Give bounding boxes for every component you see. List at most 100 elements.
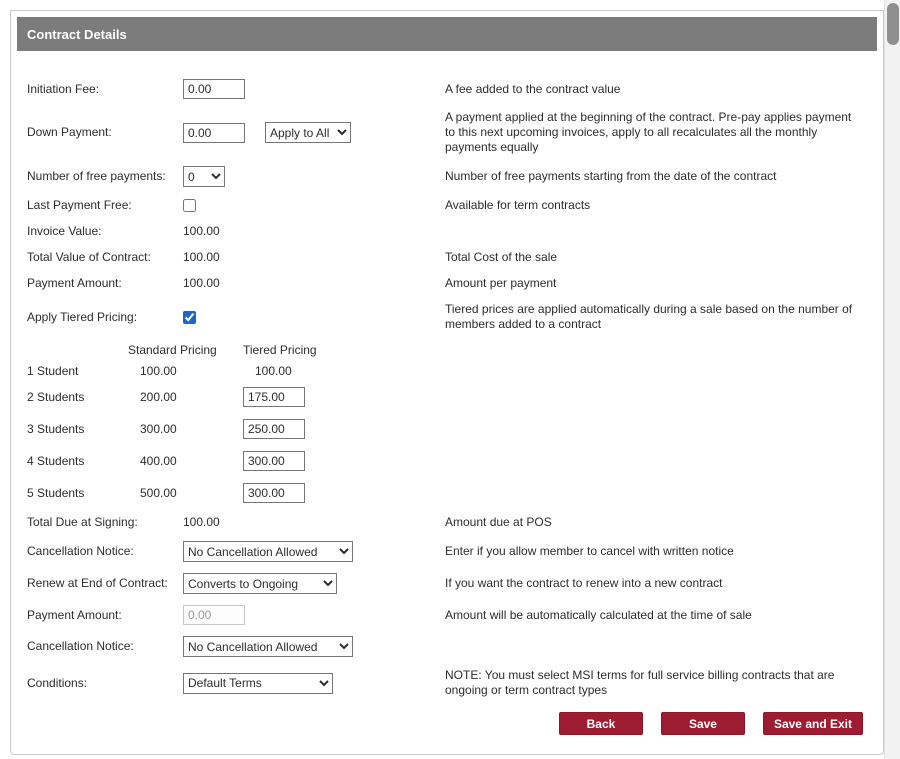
pricing-row-label: 3 Students <box>27 422 128 436</box>
initiation-fee-help: A fee added to the contract value <box>445 82 863 97</box>
renew-select[interactable]: Converts to Ongoing <box>183 573 337 594</box>
cancellation-notice-2-select[interactable]: No Cancellation Allowed <box>183 636 353 657</box>
save-button[interactable]: Save <box>661 712 745 735</box>
tiered-pricing-column-header: Tiered Pricing <box>243 343 863 357</box>
invoice-value-label: Invoice Value: <box>27 224 183 239</box>
pricing-row-5-students: 5 Students 500.00 <box>27 483 863 503</box>
field-row-cancellation-notice-2: Cancellation Notice: No Cancellation All… <box>27 636 863 657</box>
tiered-pricing-table: Standard Pricing Tiered Pricing 1 Studen… <box>27 343 863 503</box>
field-row-total-value: Total Value of Contract: 100.00 Total Co… <box>27 250 863 265</box>
down-payment-input[interactable] <box>183 123 245 143</box>
cancellation-notice-1-label: Cancellation Notice: <box>27 544 183 559</box>
tiered-price-cell <box>243 451 863 471</box>
total-value-help: Total Cost of the sale <box>445 250 863 265</box>
field-row-payment-amount: Payment Amount: 100.00 Amount per paymen… <box>27 276 863 291</box>
standard-price-value: 300.00 <box>128 422 243 436</box>
total-value-text: 100.00 <box>183 250 220 265</box>
invoice-value-text: 100.00 <box>183 224 220 239</box>
invoice-value-control: 100.00 <box>183 224 445 239</box>
tiered-price-cell <box>243 419 863 439</box>
field-row-cancellation-notice-1: Cancellation Notice: No Cancellation All… <box>27 541 863 562</box>
panel-header: Contract Details <box>17 17 877 51</box>
total-value-control: 100.00 <box>183 250 445 265</box>
tiered-price-value: 100.00 <box>243 364 863 378</box>
conditions-select[interactable]: Default Terms <box>183 673 333 694</box>
payment-amount-control: 100.00 <box>183 276 445 291</box>
field-row-last-payment-free: Last Payment Free: Available for term co… <box>27 198 863 213</box>
initiation-fee-label: Initiation Fee: <box>27 82 183 97</box>
last-payment-free-help: Available for term contracts <box>445 198 863 213</box>
payment-amount-auto-control <box>183 605 445 625</box>
payment-amount-help: Amount per payment <box>445 276 863 291</box>
cancellation-notice-1-select[interactable]: No Cancellation Allowed <box>183 541 353 562</box>
cancellation-notice-2-control: No Cancellation Allowed <box>183 636 445 657</box>
field-row-conditions: Conditions: Default Terms NOTE: You must… <box>27 668 863 698</box>
down-payment-label: Down Payment: <box>27 125 183 140</box>
save-and-exit-button[interactable]: Save and Exit <box>763 712 863 735</box>
standard-price-value: 500.00 <box>128 486 243 500</box>
cancellation-notice-2-label: Cancellation Notice: <box>27 639 183 654</box>
field-row-apply-tiered-pricing: Apply Tiered Pricing: Tiered prices are … <box>27 302 863 332</box>
payment-amount-auto-input <box>183 605 245 625</box>
free-payments-help: Number of free payments starting from th… <box>445 169 863 184</box>
free-payments-label: Number of free payments: <box>27 169 183 184</box>
payment-amount-text: 100.00 <box>183 276 220 291</box>
pricing-row-2-students: 2 Students 200.00 <box>27 387 863 407</box>
panel-title: Contract Details <box>27 27 127 42</box>
payment-amount-auto-label: Payment Amount: <box>27 608 183 623</box>
contract-details-form: Initiation Fee: A fee added to the contr… <box>17 51 877 735</box>
vertical-scrollbar[interactable] <box>884 0 900 759</box>
total-due-label: Total Due at Signing: <box>27 515 183 530</box>
free-payments-select[interactable]: 0 <box>183 166 225 187</box>
pricing-row-3-students: 3 Students 300.00 <box>27 419 863 439</box>
field-row-free-payments: Number of free payments: 0 Number of fre… <box>27 166 863 187</box>
down-payment-help: A payment applied at the beginning of th… <box>445 110 863 155</box>
standard-price-value: 400.00 <box>128 454 243 468</box>
down-payment-control: Apply to All <box>183 122 445 143</box>
initiation-fee-input[interactable] <box>183 79 245 99</box>
apply-tiered-pricing-control <box>183 311 445 324</box>
field-row-renew: Renew at End of Contract: Converts to On… <box>27 573 863 594</box>
payment-amount-label: Payment Amount: <box>27 276 183 291</box>
free-payments-control: 0 <box>183 166 445 187</box>
tiered-price-input-5-students[interactable] <box>243 483 305 503</box>
apply-tiered-pricing-label: Apply Tiered Pricing: <box>27 310 183 325</box>
tiered-price-cell <box>243 387 863 407</box>
standard-price-value: 200.00 <box>128 390 243 404</box>
down-payment-apply-select[interactable]: Apply to All <box>265 122 351 143</box>
cancellation-notice-1-help: Enter if you allow member to cancel with… <box>445 544 863 559</box>
tiered-price-input-3-students[interactable] <box>243 419 305 439</box>
cancellation-notice-1-control: No Cancellation Allowed <box>183 541 445 562</box>
last-payment-free-label: Last Payment Free: <box>27 198 183 213</box>
pricing-row-1-student: 1 Student 100.00 100.00 <box>27 364 863 378</box>
field-row-invoice-value: Invoice Value: 100.00 <box>27 224 863 239</box>
scrollbar-thumb[interactable] <box>887 3 899 45</box>
renew-label: Renew at End of Contract: <box>27 576 183 591</box>
pricing-row-label: 2 Students <box>27 390 128 404</box>
button-bar: Back Save Save and Exit <box>27 712 863 735</box>
tiered-price-input-4-students[interactable] <box>243 451 305 471</box>
total-due-text: 100.00 <box>183 515 220 530</box>
tiered-price-input-2-students[interactable] <box>243 387 305 407</box>
standard-pricing-column-header: Standard Pricing <box>128 343 243 357</box>
conditions-help: NOTE: You must select MSI terms for full… <box>445 668 863 698</box>
field-row-total-due: Total Due at Signing: 100.00 Amount due … <box>27 515 863 530</box>
last-payment-free-checkbox[interactable] <box>183 199 196 212</box>
apply-tiered-pricing-checkbox[interactable] <box>183 311 196 324</box>
initiation-fee-control <box>183 79 445 99</box>
last-payment-free-control <box>183 199 445 212</box>
payment-amount-auto-help: Amount will be automatically calculated … <box>445 608 863 623</box>
back-button[interactable]: Back <box>559 712 643 735</box>
standard-price-value: 100.00 <box>128 364 243 378</box>
total-due-control: 100.00 <box>183 515 445 530</box>
total-due-help: Amount due at POS <box>445 515 863 530</box>
field-row-payment-amount-auto: Payment Amount: Amount will be automatic… <box>27 605 863 625</box>
pricing-row-label: 5 Students <box>27 486 128 500</box>
pricing-row-4-students: 4 Students 400.00 <box>27 451 863 471</box>
conditions-control: Default Terms <box>183 673 445 694</box>
field-row-down-payment: Down Payment: Apply to All A payment app… <box>27 110 863 155</box>
tiered-pricing-table-header: Standard Pricing Tiered Pricing <box>27 343 863 357</box>
tiered-price-cell <box>243 483 863 503</box>
conditions-label: Conditions: <box>27 676 183 691</box>
pricing-row-label: 4 Students <box>27 454 128 468</box>
